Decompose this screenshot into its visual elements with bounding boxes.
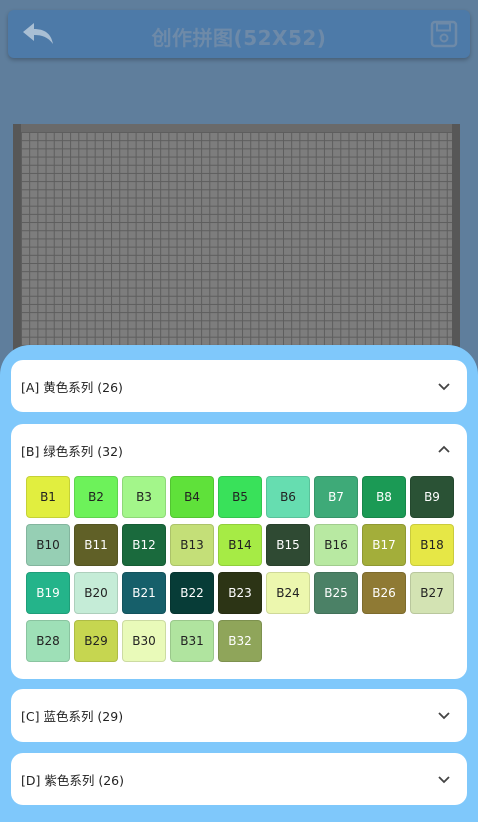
chevron-down-icon: [438, 776, 450, 784]
section-label: [A] 黄色系列 (26): [21, 379, 123, 395]
section-label: [D] 紫色系列 (26): [21, 772, 124, 788]
color-swatch-b2[interactable]: B2: [74, 476, 118, 518]
color-swatch-b10[interactable]: B10: [26, 524, 70, 566]
section-yellow-header[interactable]: [A] 黄色系列 (26): [21, 360, 451, 412]
color-swatch-b4[interactable]: B4: [170, 476, 214, 518]
color-swatch-b20[interactable]: B20: [74, 572, 118, 614]
color-swatch-b5[interactable]: B5: [218, 476, 262, 518]
color-swatch-b22[interactable]: B22: [170, 572, 214, 614]
chevron-up-icon: [438, 445, 450, 453]
color-swatch-b7[interactable]: B7: [314, 476, 358, 518]
color-swatch-b26[interactable]: B26: [362, 572, 406, 614]
color-swatch-b16[interactable]: B16: [314, 524, 358, 566]
color-swatch-b13[interactable]: B13: [170, 524, 214, 566]
color-swatch-b27[interactable]: B27: [410, 572, 454, 614]
color-swatch-b9[interactable]: B9: [410, 476, 454, 518]
save-button[interactable]: [430, 20, 458, 48]
section-purple: [D] 紫色系列 (26): [11, 753, 467, 805]
section-label: [C] 蓝色系列 (29): [21, 708, 124, 724]
color-swatch-b31[interactable]: B31: [170, 620, 214, 662]
color-swatch-b17[interactable]: B17: [362, 524, 406, 566]
color-swatch-b18[interactable]: B18: [410, 524, 454, 566]
color-swatch-b3[interactable]: B3: [122, 476, 166, 518]
color-swatch-b8[interactable]: B8: [362, 476, 406, 518]
floppy-disk-icon: [430, 20, 458, 48]
section-purple-header[interactable]: [D] 紫色系列 (26): [21, 753, 451, 805]
color-swatch-b32[interactable]: B32: [218, 620, 262, 662]
pixel-grid-canvas[interactable]: [21, 132, 452, 364]
color-swatch-b14[interactable]: B14: [218, 524, 262, 566]
section-green-header[interactable]: [B] 绿色系列 (32): [21, 424, 451, 476]
canvas-frame: [13, 124, 460, 364]
section-label: [B] 绿色系列 (32): [21, 443, 123, 459]
section-blue-header[interactable]: [C] 蓝色系列 (29): [21, 689, 451, 741]
chevron-down-icon: [438, 383, 450, 391]
color-swatch-b12[interactable]: B12: [122, 524, 166, 566]
color-swatch-b30[interactable]: B30: [122, 620, 166, 662]
color-swatch-b19[interactable]: B19: [26, 572, 70, 614]
section-green: [B] 绿色系列 (32) B1 B2 B3 B4 B5 B6 B7 B8 B9 B10 B11 B1…: [11, 424, 467, 679]
color-swatch-b29[interactable]: B29: [74, 620, 118, 662]
color-swatch-b15[interactable]: B15: [266, 524, 310, 566]
chevron-down-icon: [438, 712, 450, 720]
color-swatch-b1[interactable]: B1: [26, 476, 70, 518]
section-yellow: [A] 黄色系列 (26): [11, 360, 467, 412]
color-swatch-b25[interactable]: B25: [314, 572, 358, 614]
color-swatch-b21[interactable]: B21: [122, 572, 166, 614]
page-title: 创作拼图(52X52): [151, 26, 327, 50]
color-swatch-b23[interactable]: B23: [218, 572, 262, 614]
color-swatch-b24[interactable]: B24: [266, 572, 310, 614]
section-blue: [C] 蓝色系列 (29): [11, 689, 467, 742]
color-swatch-b11[interactable]: B11: [74, 524, 118, 566]
app-header: 创作拼图(52X52): [8, 10, 470, 58]
color-swatch-b6[interactable]: B6: [266, 476, 310, 518]
color-palette-sheet: [A] 黄色系列 (26) [B] 绿色系列 (32) B1 B2 B3 B4 B5 B6…: [0, 345, 478, 822]
color-swatch-b28[interactable]: B28: [26, 620, 70, 662]
canvas-ruler: [21, 124, 452, 132]
